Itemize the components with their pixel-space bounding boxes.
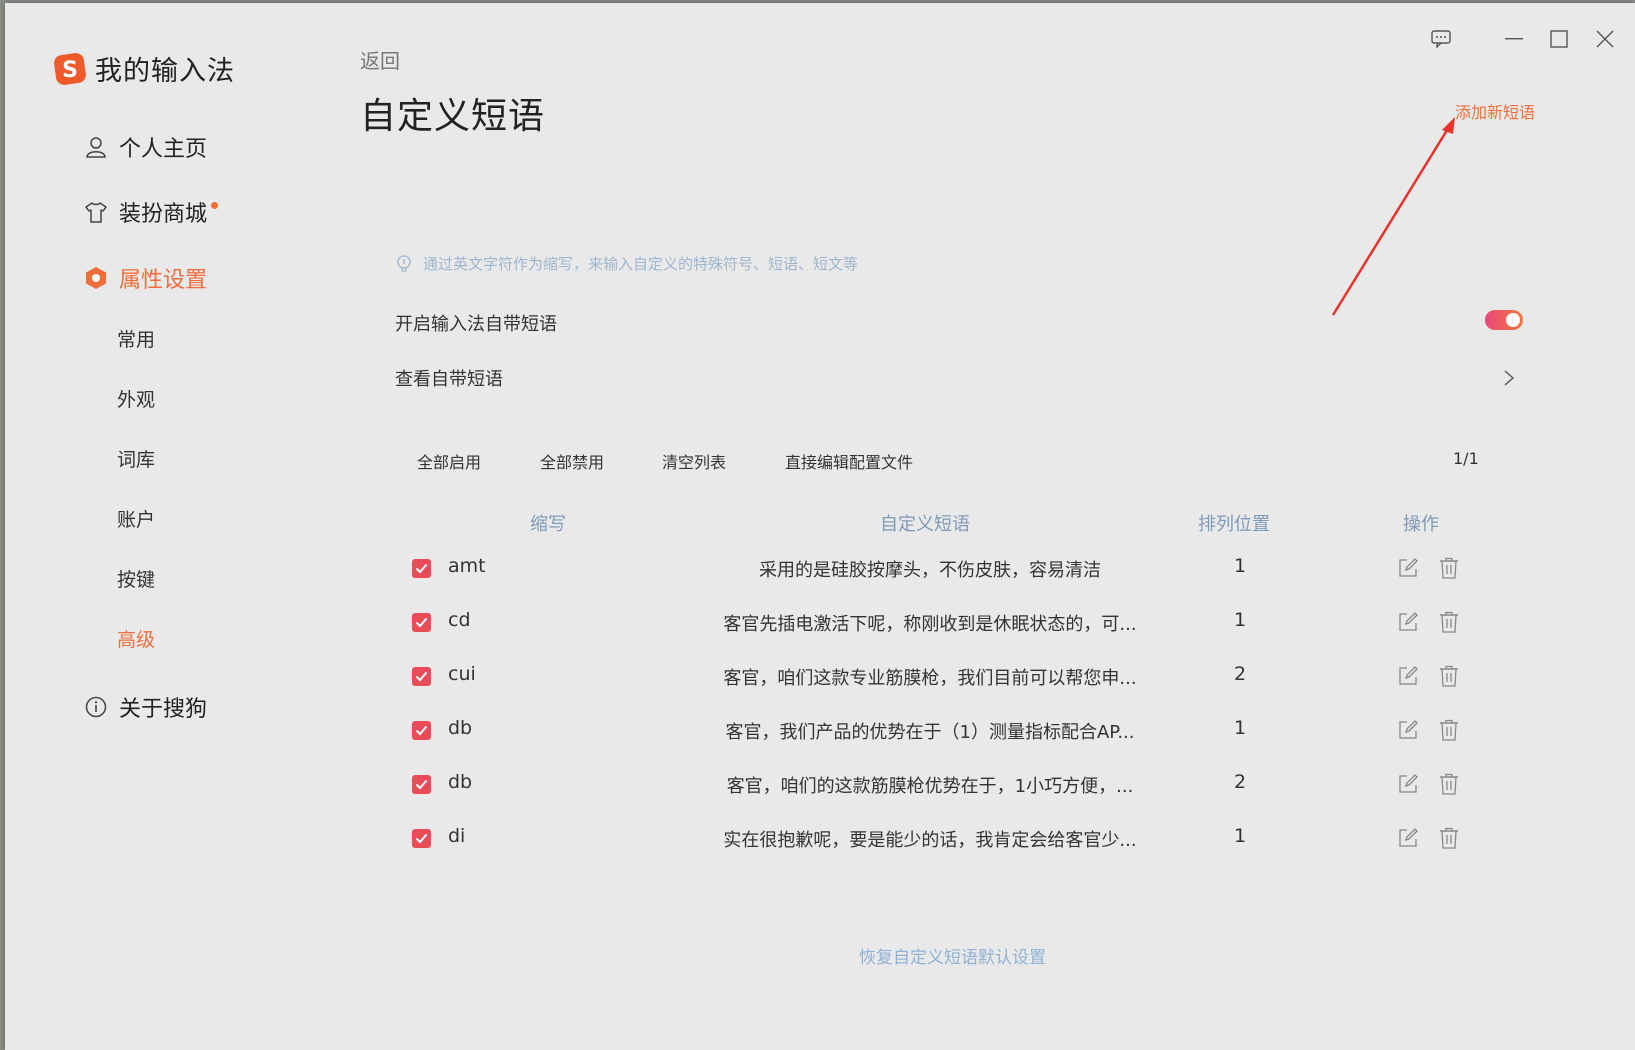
row-phrase: 采用的是硅胶按摩头，不伤皮肤，容易清洁 [759,560,1101,581]
row-checkbox[interactable] [412,775,431,794]
column-header-action: 操作 [1403,514,1439,535]
row-phrase: 客官，我们产品的优势在于（1）测量指标配合AP... [725,722,1135,743]
delete-icon[interactable] [1439,611,1459,637]
row-position: 1 [1233,717,1247,739]
row-phrase: 实在很抱歉呢，要是能少的话，我肯定会给客官少... [723,830,1137,851]
hint-text-row: 通过英文字符作为缩写，来输入自定义的特殊符号、短语、短文等 [395,253,858,274]
page-title: 自定义短语 [360,96,546,137]
close-icon[interactable] [1590,25,1620,53]
edit-icon[interactable] [1398,612,1418,636]
row-position: 2 [1233,663,1247,685]
row-checkbox[interactable] [412,829,431,848]
row-abbr: di [448,825,466,847]
enable-builtin-toggle[interactable] [1485,310,1523,330]
table-row: db 客官，咱们的这款筋膜枪优势在于，1小巧方便，... 2 [5,767,1635,807]
annotation-arrow [1331,117,1455,316]
sidebar-item-label: 装扮商城 [119,202,208,227]
row-abbr: db [448,717,473,739]
table-row: di 实在很抱歉呢，要是能少的话，我肯定会给客官少... 1 [5,821,1635,861]
sogou-logo-icon: S [54,52,86,85]
svg-text:S: S [62,58,78,83]
sidebar-item-label: 属性设置 [119,268,208,293]
enable-builtin-label: 开启输入法自带短语 [395,314,557,335]
disable-all-button[interactable]: 全部禁用 [540,449,604,473]
row-phrase: 客官，咱们的这款筋膜枪优势在于，1小巧方便，... [726,776,1134,797]
sidebar-item-settings[interactable]: 属性设置 [83,262,207,294]
sub-item-appearance[interactable]: 外观 [117,385,155,412]
app-logo: S 我的输入法 [53,49,235,88]
view-builtin-label[interactable]: 查看自带短语 [395,365,503,391]
column-header-abbr: 缩写 [530,514,566,535]
user-icon [83,134,109,160]
sub-item-account[interactable]: 账户 [117,505,155,532]
shirt-icon [83,199,109,225]
lightbulb-icon [397,254,411,272]
notification-dot [211,201,219,209]
delete-icon[interactable] [1439,665,1459,691]
sub-item-common[interactable]: 常用 [117,325,155,352]
settings-hexagon-icon [83,265,109,291]
delete-icon[interactable] [1439,719,1459,745]
sidebar-item-profile[interactable]: 个人主页 [83,131,207,163]
column-header-position: 排列位置 [1198,514,1270,535]
page-indicator: 1/1 [1453,449,1479,468]
table-row: cui 客官，咱们这款专业筋膜枪，我们目前可以帮您申... 2 [5,659,1635,699]
restore-defaults-link[interactable]: 恢复自定义短语默认设置 [859,943,1046,968]
sub-item-dictionary[interactable]: 词库 [117,445,155,472]
sidebar-item-label: 个人主页 [119,137,208,162]
edit-icon[interactable] [1398,720,1418,744]
row-abbr: cd [448,609,471,631]
sidebar-item-store[interactable]: 装扮商城 [83,196,219,228]
row-phrase: 客官，咱们这款专业筋膜枪，我们目前可以帮您申... [723,668,1137,689]
clear-list-button[interactable]: 清空列表 [662,449,726,473]
row-phrase: 客官先插电激活下呢，称刚收到是休眠状态的，可... [723,614,1137,635]
hint-text: 通过英文字符作为缩写，来输入自定义的特殊符号、短语、短文等 [423,255,859,273]
row-abbr: db [448,771,473,793]
delete-icon[interactable] [1439,773,1459,799]
edit-icon[interactable] [1398,558,1418,582]
settings-window: S 我的输入法 个人主页 装扮商城 属性设置 常用 外观 词库 账户 按键 高级… [5,3,1635,1050]
delete-icon[interactable] [1439,557,1459,583]
app-title: 我的输入法 [95,56,235,87]
edit-config-button[interactable]: 直接编辑配置文件 [785,449,913,473]
back-link[interactable]: 返回 [360,45,400,74]
row-position: 2 [1233,771,1247,793]
add-phrase-link[interactable]: 添加新短语 [1455,99,1535,123]
row-abbr: amt [448,555,486,577]
edit-icon[interactable] [1398,828,1418,852]
table-row: db 客官，我们产品的优势在于（1）测量指标配合AP... 1 [5,713,1635,753]
delete-icon[interactable] [1439,827,1459,853]
row-checkbox[interactable] [412,721,431,740]
toggle-knob [1506,313,1520,327]
row-checkbox[interactable] [412,559,431,578]
maximize-icon[interactable] [1544,25,1574,53]
row-abbr: cui [448,663,476,685]
row-checkbox[interactable] [412,613,431,632]
row-position: 1 [1233,609,1247,631]
table-row: cd 客官先插电激活下呢，称刚收到是休眠状态的，可... 1 [5,605,1635,645]
table-row: amt 采用的是硅胶按摩头，不伤皮肤，容易清洁 1 [5,551,1635,591]
row-position: 1 [1233,555,1247,577]
row-checkbox[interactable] [412,667,431,686]
chevron-right-icon[interactable] [1503,369,1515,387]
edit-icon[interactable] [1398,666,1418,690]
row-position: 1 [1233,825,1247,847]
edit-icon[interactable] [1398,774,1418,798]
minimize-icon[interactable] [1499,25,1529,53]
enable-all-button[interactable]: 全部启用 [417,449,481,473]
column-header-phrase: 自定义短语 [880,514,970,535]
feedback-icon[interactable] [1423,25,1459,53]
